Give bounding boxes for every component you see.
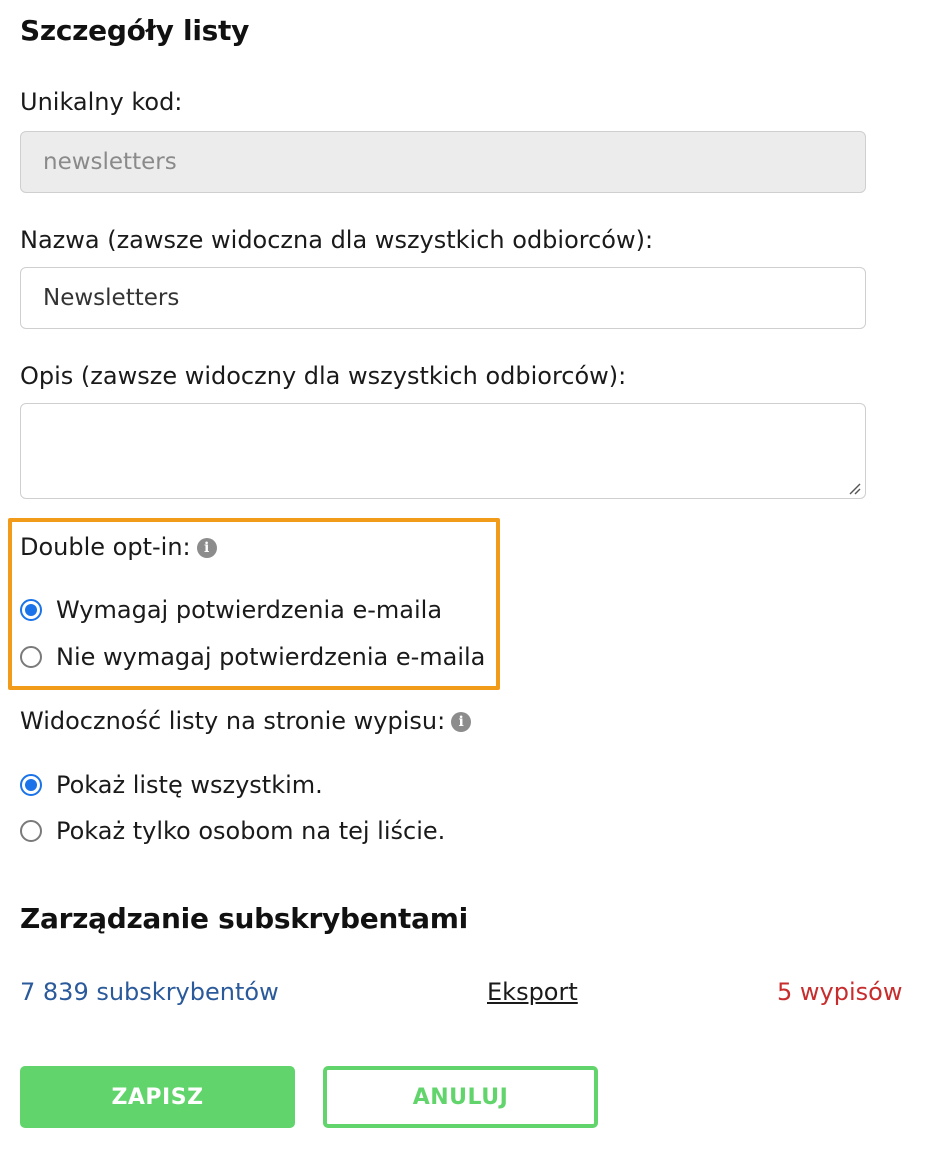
radio-label: Nie wymagaj potwierdzenia e-maila <box>56 643 486 671</box>
subscribers-section-title: Zarządzanie subskrybentami <box>20 902 468 935</box>
resize-handle-icon[interactable] <box>846 480 862 496</box>
name-label: Nazwa (zawsze widoczna dla wszystkich od… <box>20 226 654 254</box>
radio-button[interactable] <box>20 646 42 668</box>
subscribers-count-link[interactable]: 7 839 subskrybentów <box>20 978 279 1006</box>
code-label: Unikalny kod: <box>20 88 183 116</box>
double-opt-in-label: Double opt-in: i <box>20 533 217 561</box>
visibility-label: Widoczność listy na stronie wypisu: i <box>20 707 472 735</box>
radio-no-confirmation[interactable]: Nie wymagaj potwierdzenia e-maila <box>20 643 485 671</box>
radio-label: Pokaż listę wszystkim. <box>56 771 323 799</box>
info-icon[interactable]: i <box>451 712 472 732</box>
description-field[interactable] <box>20 403 866 499</box>
save-button[interactable]: ZAPISZ <box>20 1066 295 1128</box>
cancel-button[interactable]: ANULUJ <box>323 1066 598 1128</box>
code-field <box>20 131 866 193</box>
export-link[interactable]: Eksport <box>487 978 578 1006</box>
radio-show-to-all[interactable]: Pokaż listę wszystkim. <box>20 771 323 799</box>
description-label: Opis (zawsze widoczny dla wszystkich odb… <box>20 362 627 390</box>
name-field[interactable] <box>20 267 866 329</box>
unsubscribes-link[interactable]: 5 wypisów <box>777 978 902 1006</box>
visibility-label-text: Widoczność listy na stronie wypisu: <box>20 707 446 735</box>
radio-button-checked[interactable] <box>20 599 42 621</box>
double-opt-in-label-text: Double opt-in: <box>20 533 191 561</box>
radio-label: Wymagaj potwierdzenia e-maila <box>56 596 443 624</box>
radio-show-to-members[interactable]: Pokaż tylko osobom na tej liście. <box>20 817 445 845</box>
radio-button[interactable] <box>20 820 42 842</box>
radio-label: Pokaż tylko osobom na tej liście. <box>56 817 446 845</box>
page-title: Szczegóły listy <box>20 14 250 47</box>
info-icon[interactable]: i <box>196 538 217 558</box>
radio-button-checked[interactable] <box>20 774 42 796</box>
radio-require-confirmation[interactable]: Wymagaj potwierdzenia e-maila <box>20 596 442 624</box>
